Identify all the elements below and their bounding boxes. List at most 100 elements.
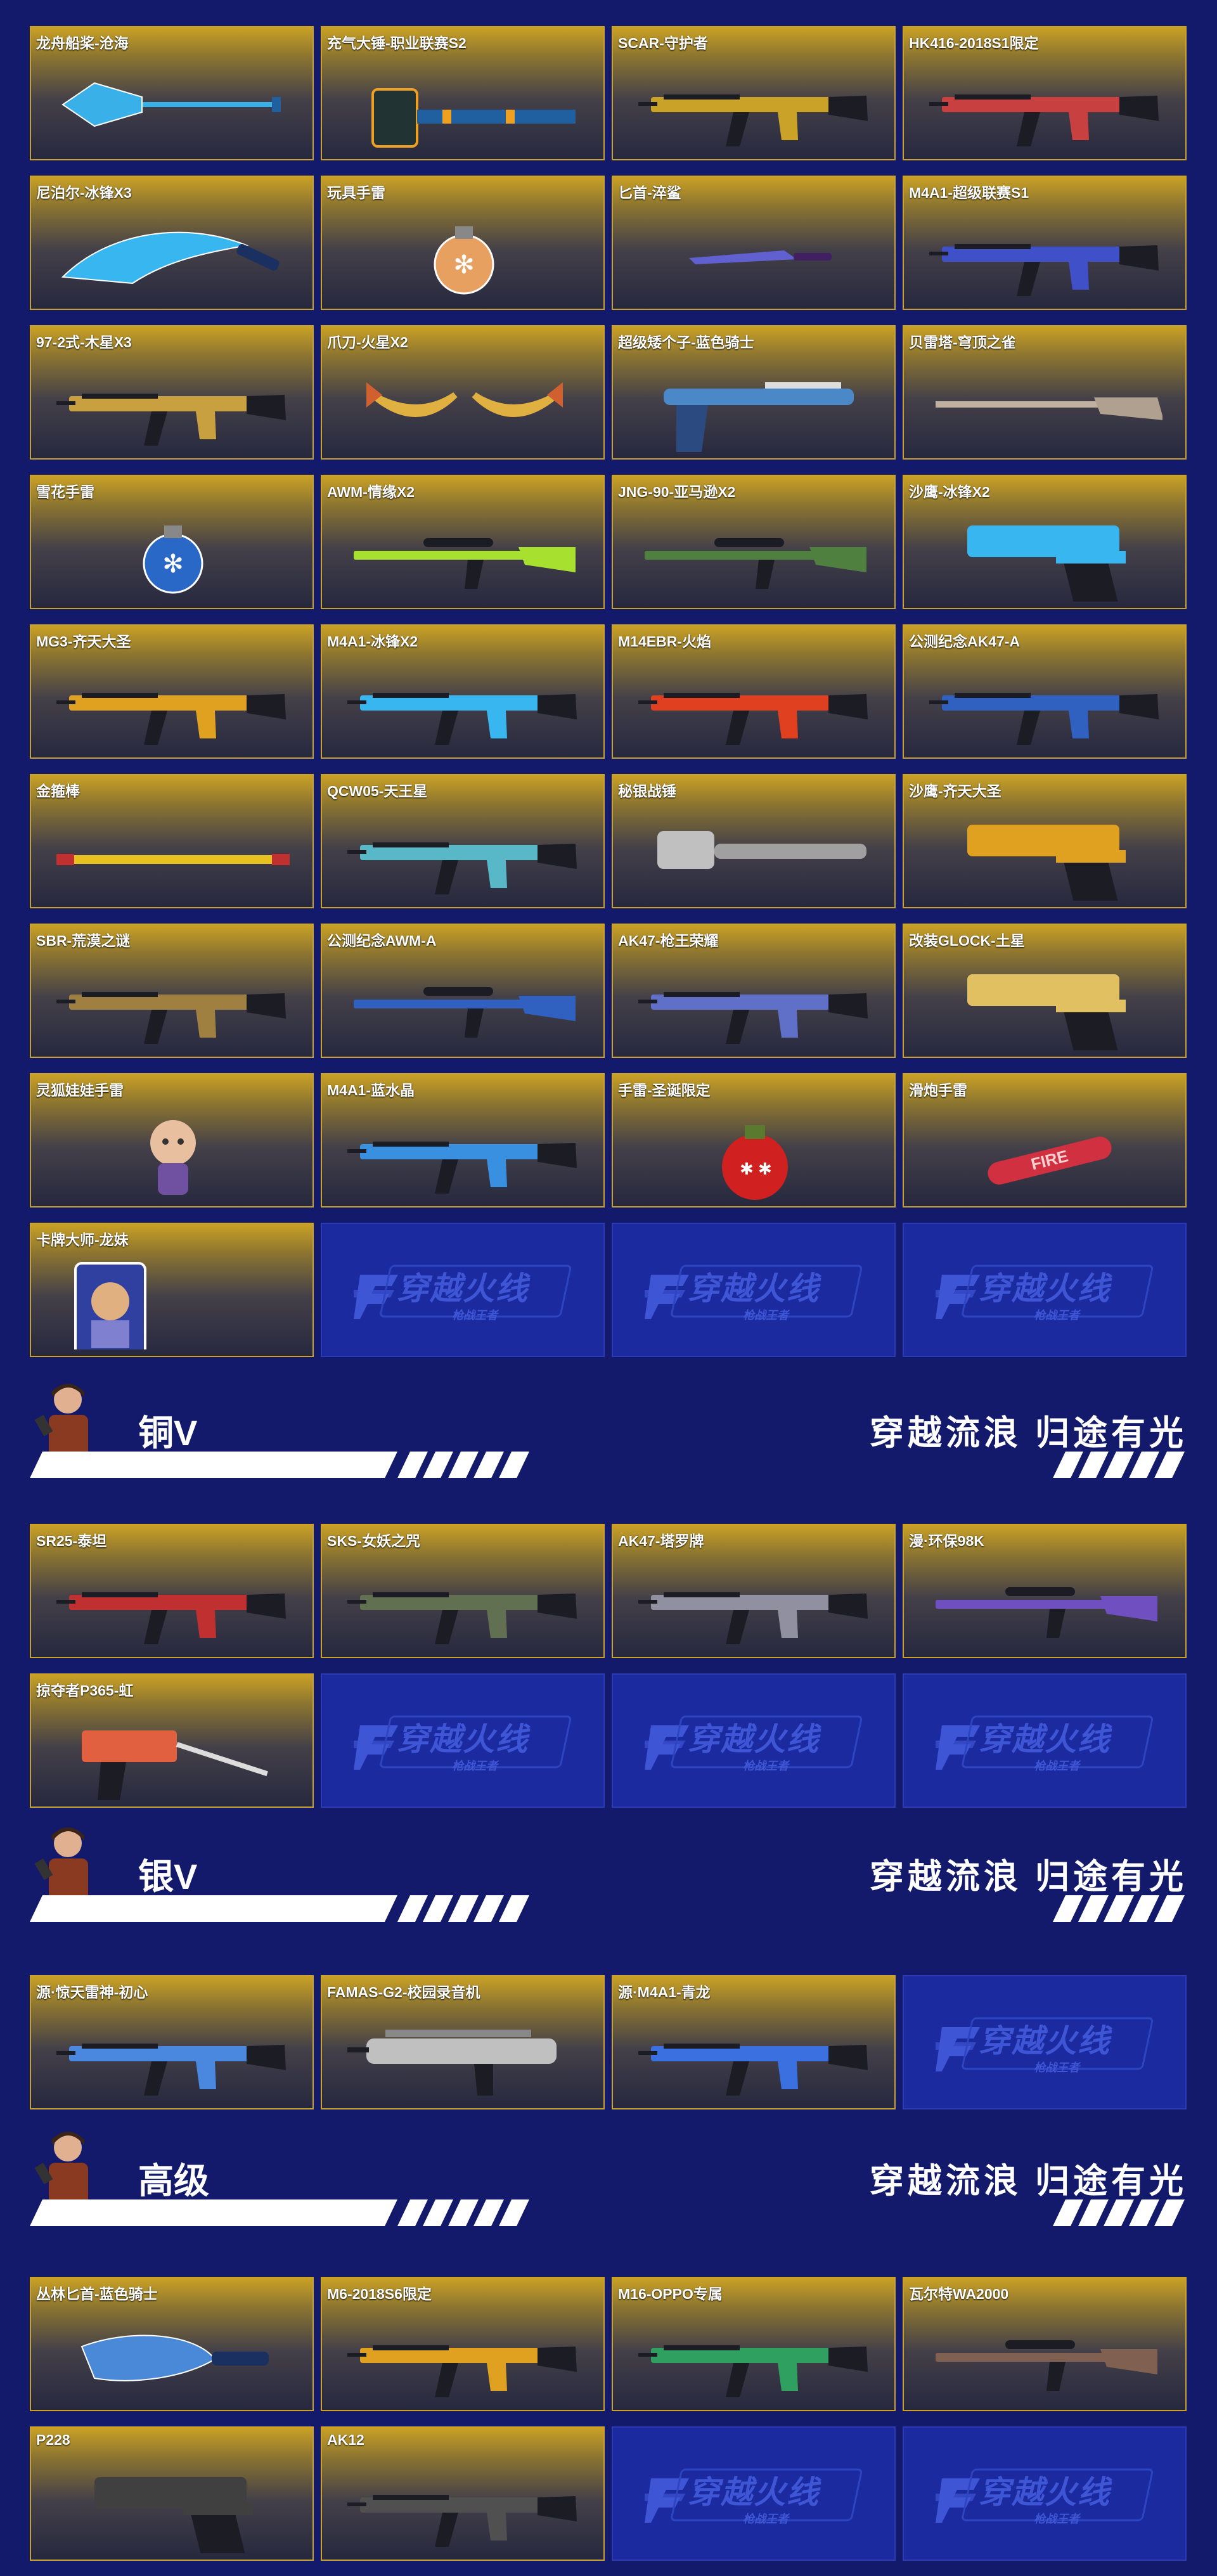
weapon-name: 沙鹰-冰锋X2 [909, 484, 990, 500]
weapon-card[interactable]: 贝雷塔-穹顶之雀 [903, 325, 1187, 460]
weapon-card[interactable]: 源·M4A1-青龙 [612, 1975, 896, 2109]
weapon-card[interactable]: 匕首-淬鲨 [612, 176, 896, 310]
rifle-weapon-icon [56, 693, 286, 745]
weapon-card[interactable]: AK12 [321, 2426, 605, 2561]
weapon-card[interactable]: MG3-齐天大圣 [30, 624, 314, 759]
warhammer-weapon-icon [657, 831, 866, 869]
weapon-card[interactable]: QCW05-天王星 [321, 774, 605, 908]
weapon-card[interactable]: 卡牌大师-龙妹 [30, 1223, 314, 1357]
weapon-card[interactable]: 源·惊天雷神-初心 [30, 1975, 314, 2109]
weapon-card[interactable]: 尼泊尔-冰锋X3 [30, 176, 314, 310]
weapon-card[interactable]: JNG-90-亚马逊X2 [612, 475, 896, 609]
weapon-card[interactable]: ✻ 玩具手雷 [321, 176, 605, 310]
grenade-weapon-icon: ✻ [143, 525, 203, 594]
weapon-card[interactable]: ✱ ✱ 手雷-圣诞限定 [612, 1073, 896, 1208]
logo-title: 穿越火线 [979, 2475, 1111, 2510]
weapon-card[interactable]: FAMAS-G2-校园录音机 [321, 1975, 605, 2109]
weapon-name: QCW05-天王星 [327, 783, 428, 799]
rifle-weapon-icon [638, 1592, 868, 1644]
weapon-card[interactable]: SBR-荒漠之谜 [30, 924, 314, 1058]
bullpup-weapon-icon [347, 2030, 557, 2096]
logo-title: 穿越火线 [397, 1271, 529, 1306]
weapon-card[interactable]: 金箍棒 [30, 774, 314, 908]
logo-subtitle: 枪战王者 [743, 2513, 789, 2525]
rifle-weapon-icon [638, 2345, 868, 2397]
rifle-weapon-icon [929, 94, 1159, 146]
weapon-name: AWM-情缘X2 [327, 484, 415, 500]
weapon-card[interactable]: 掠夺者P365-虹 [30, 1673, 314, 1808]
weapon-card[interactable]: M4A1-超级联赛S1 [903, 176, 1187, 310]
weapon-card[interactable]: AK47-塔罗牌 [612, 1524, 896, 1658]
weapon-card[interactable]: 沙鹰-齐天大圣 [903, 774, 1187, 908]
weapon-card[interactable]: SR25-泰坦 [30, 1524, 314, 1658]
logo-title: 穿越火线 [979, 1722, 1111, 1757]
weapon-name: 公测纪念AWM-A [327, 932, 437, 949]
longgun-weapon-icon [936, 397, 1162, 420]
logo-title: 穿越火线 [688, 1271, 820, 1306]
rifle-weapon-icon [347, 842, 577, 894]
weapon-card[interactable]: 灵狐娃娃手雷 [30, 1073, 314, 1208]
weapon-card[interactable]: AWM-情缘X2 [321, 475, 605, 609]
rifle-weapon-icon [929, 693, 1159, 745]
weapon-card[interactable]: HK416-2018S1限定 [903, 26, 1187, 160]
weapon-card[interactable]: 秘银战锤 [612, 774, 896, 908]
weapon-name: 灵狐娃娃手雷 [36, 1082, 124, 1098]
weapon-card[interactable]: M14EBR-火焰 [612, 624, 896, 759]
weapon-card[interactable]: 超级矮个子-蓝色骑士 [612, 325, 896, 460]
weapon-card[interactable]: FIRE 滑炮手雷 [903, 1073, 1187, 1208]
logo-title: 穿越火线 [688, 2475, 820, 2510]
weapon-card[interactable]: 漫·环保98K [903, 1524, 1187, 1658]
weapon-card[interactable]: 公测纪念AK47-A [903, 624, 1187, 759]
weapon-name: 超级矮个子-蓝色骑士 [618, 334, 754, 351]
logo-subtitle: 枪战王者 [1034, 1760, 1079, 1772]
logo-subtitle: 枪战王者 [452, 1760, 498, 1772]
weapon-card[interactable]: 充气大锤-职业联赛S2 [321, 26, 605, 160]
crossfire-logo-placeholder: 穿越火线 枪战王者 [903, 1975, 1187, 2109]
weapon-name: 雪花手雷 [36, 484, 94, 500]
crossfire-logo-placeholder: 穿越火线 枪战王者 [903, 2426, 1187, 2561]
crossfire-logo-placeholder: 穿越火线 枪战王者 [612, 1673, 896, 1808]
blade-weapon-icon [61, 231, 280, 285]
weapon-card[interactable]: P228 [30, 2426, 314, 2561]
weapon-card[interactable]: AK47-枪王荣耀 [612, 924, 896, 1058]
weapon-card[interactable]: M16-OPPO专属 [612, 2277, 896, 2411]
svg-text:✻: ✻ [162, 550, 184, 578]
pistol-weapon-icon [967, 974, 1126, 1050]
weapon-card[interactable]: ✻ 雪花手雷 [30, 475, 314, 609]
weapon-card[interactable]: 沙鹰-冰锋X2 [903, 475, 1187, 609]
tier-title: 铜V [138, 1413, 198, 1453]
pistol-weapon-icon [967, 525, 1126, 602]
svg-text:✱ ✱: ✱ ✱ [740, 1159, 772, 1178]
sniper-weapon-icon [645, 538, 866, 589]
rifle-weapon-icon [56, 2044, 286, 2096]
weapon-name: M4A1-蓝水晶 [327, 1082, 415, 1098]
weapon-card[interactable]: 爪刀-火星X2 [321, 325, 605, 460]
rifle-weapon-icon [56, 394, 286, 446]
character-avatar-icon [35, 1384, 88, 1458]
weapon-name: 掠夺者P365-虹 [36, 1682, 134, 1699]
rifle-weapon-icon [347, 1142, 577, 1194]
weapon-card[interactable]: SKS-女妖之咒 [321, 1524, 605, 1658]
weapon-name: 瓦尔特WA2000 [909, 2286, 1009, 2302]
rifle-weapon-icon [56, 992, 286, 1044]
weapon-name: 卡牌大师-龙妹 [36, 1232, 129, 1248]
weapon-name: 龙舟船桨-沧海 [36, 35, 129, 51]
weapon-card[interactable]: 瓦尔特WA2000 [903, 2277, 1187, 2411]
weapon-name: JNG-90-亚马逊X2 [618, 484, 736, 500]
weapon-card[interactable]: M6-2018S6限定 [321, 2277, 605, 2411]
weapon-card[interactable]: 龙舟船桨-沧海 [30, 26, 314, 160]
weapon-card[interactable]: 公测纪念AWM-A [321, 924, 605, 1058]
weapon-card[interactable]: 改装GLOCK-土星 [903, 924, 1187, 1058]
weapon-card[interactable]: 97-2式-木星X3 [30, 325, 314, 460]
weapon-card[interactable]: M4A1-冰锋X2 [321, 624, 605, 759]
weapon-card[interactable]: 丛林匕首-蓝色骑士 [30, 2277, 314, 2411]
banner-stripe-right [1053, 1895, 1185, 1922]
svg-text:FIRE: FIRE [1029, 1146, 1070, 1173]
weapon-card[interactable]: SCAR-守护者 [612, 26, 896, 160]
weapon-name: AK12 [327, 2431, 364, 2448]
weapon-name: P228 [36, 2431, 70, 2448]
weapon-name: 充气大锤-职业联赛S2 [327, 35, 467, 51]
tier-title: 高级 [138, 2161, 209, 2201]
tier-banner: 银V 穿越流浪 归途有光 [0, 1813, 1217, 1933]
weapon-card[interactable]: M4A1-蓝水晶 [321, 1073, 605, 1208]
